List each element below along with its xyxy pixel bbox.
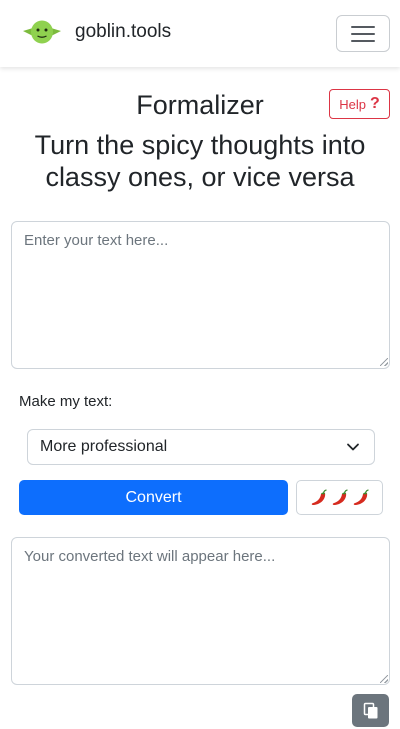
hamburger-icon	[351, 25, 375, 43]
tone-select-value: More professional	[40, 438, 168, 455]
chili-pepper-icon	[353, 488, 369, 505]
copy-button[interactable]	[352, 694, 389, 727]
goblin-logo-icon	[23, 20, 61, 44]
convert-button[interactable]: Convert	[19, 480, 288, 515]
question-icon: ?	[369, 95, 380, 112]
help-label: Help	[339, 96, 366, 112]
brand-name: goblin.tools	[75, 21, 172, 42]
make-my-text-label: Make my text:	[19, 393, 113, 410]
chili-pepper-icon	[332, 488, 348, 505]
chevron-down-icon	[347, 443, 359, 451]
page-subtitle: Turn the spicy thoughts into classy ones…	[34, 130, 366, 192]
clipboard-icon	[363, 702, 377, 718]
brand-link[interactable]: goblin.tools	[22, 14, 171, 50]
input-textarea[interactable]	[11, 221, 390, 369]
spiciness-button[interactable]	[296, 480, 383, 515]
menu-toggle-button[interactable]	[336, 15, 390, 52]
resize-handle-icon[interactable]	[380, 358, 388, 366]
resize-handle-icon[interactable]	[380, 675, 388, 683]
help-button[interactable]: Help ?	[329, 89, 390, 119]
tone-select[interactable]: More professional	[27, 429, 375, 465]
output-textarea[interactable]	[11, 537, 390, 685]
chili-pepper-icon	[311, 488, 327, 505]
navbar: goblin.tools	[0, 0, 400, 67]
